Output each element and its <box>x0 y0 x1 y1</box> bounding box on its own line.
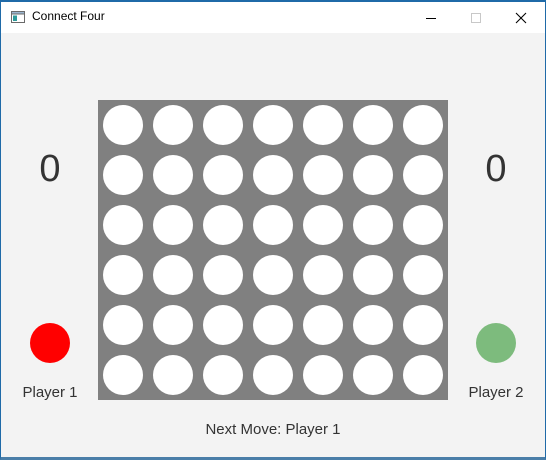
board-slot[interactable] <box>153 255 193 295</box>
board-slot[interactable] <box>203 355 243 395</box>
maximize-button[interactable] <box>453 2 499 33</box>
board-slot[interactable] <box>303 205 343 245</box>
player-1-label: Player 1 <box>22 384 78 401</box>
board-slot[interactable] <box>103 305 143 345</box>
board-slot[interactable] <box>353 255 393 295</box>
board-slot[interactable] <box>103 255 143 295</box>
app-window: Connect Four 0 0 Player 1 Player 2 Next … <box>0 0 546 460</box>
board-slot[interactable] <box>153 205 193 245</box>
board-slot[interactable] <box>303 105 343 145</box>
board-slot[interactable] <box>353 155 393 195</box>
board-slot[interactable] <box>153 155 193 195</box>
minimize-button[interactable] <box>408 2 454 33</box>
next-move-status: Next Move: Player 1 <box>205 421 341 438</box>
board-slot[interactable] <box>353 355 393 395</box>
board-slot[interactable] <box>203 105 243 145</box>
board-slot[interactable] <box>103 105 143 145</box>
window-app-icon <box>11 11 25 23</box>
board-slot[interactable] <box>253 305 293 345</box>
board-slot[interactable] <box>303 355 343 395</box>
board-slot[interactable] <box>103 355 143 395</box>
board-slot[interactable] <box>253 155 293 195</box>
board-slot[interactable] <box>403 355 443 395</box>
window-title: Connect Four <box>32 9 105 23</box>
board-slot[interactable] <box>303 255 343 295</box>
player-2-label: Player 2 <box>468 384 524 401</box>
board-slot[interactable] <box>253 355 293 395</box>
minimize-icon <box>426 18 436 19</box>
board-slot[interactable] <box>403 255 443 295</box>
board-slot[interactable] <box>303 155 343 195</box>
board-slot[interactable] <box>353 205 393 245</box>
board-slot[interactable] <box>153 305 193 345</box>
game-board[interactable] <box>98 100 448 400</box>
board-slot[interactable] <box>253 255 293 295</box>
board-slot[interactable] <box>153 105 193 145</box>
player-2-disc <box>476 323 516 363</box>
close-button[interactable] <box>498 2 544 33</box>
board-slot[interactable] <box>103 205 143 245</box>
player-2-score: 0 <box>485 148 507 190</box>
board-slot[interactable] <box>403 305 443 345</box>
maximize-icon <box>471 13 481 23</box>
title-bar[interactable]: Connect Four <box>1 2 545 33</box>
board-slot[interactable] <box>203 305 243 345</box>
close-icon <box>515 12 527 24</box>
board-slot[interactable] <box>103 155 143 195</box>
board-slot[interactable] <box>403 155 443 195</box>
board-slot[interactable] <box>353 105 393 145</box>
board-slot[interactable] <box>203 155 243 195</box>
player-1-disc <box>30 323 70 363</box>
board-slot[interactable] <box>403 205 443 245</box>
player-1-score: 0 <box>39 148 61 190</box>
board-slot[interactable] <box>253 105 293 145</box>
board-slot[interactable] <box>303 305 343 345</box>
board-slot[interactable] <box>153 355 193 395</box>
board-slot[interactable] <box>353 305 393 345</box>
board-slot[interactable] <box>253 205 293 245</box>
board-slot[interactable] <box>203 255 243 295</box>
game-area: 0 0 Player 1 Player 2 Next Move: Player … <box>1 33 545 457</box>
board-slot[interactable] <box>203 205 243 245</box>
board-slot[interactable] <box>403 105 443 145</box>
